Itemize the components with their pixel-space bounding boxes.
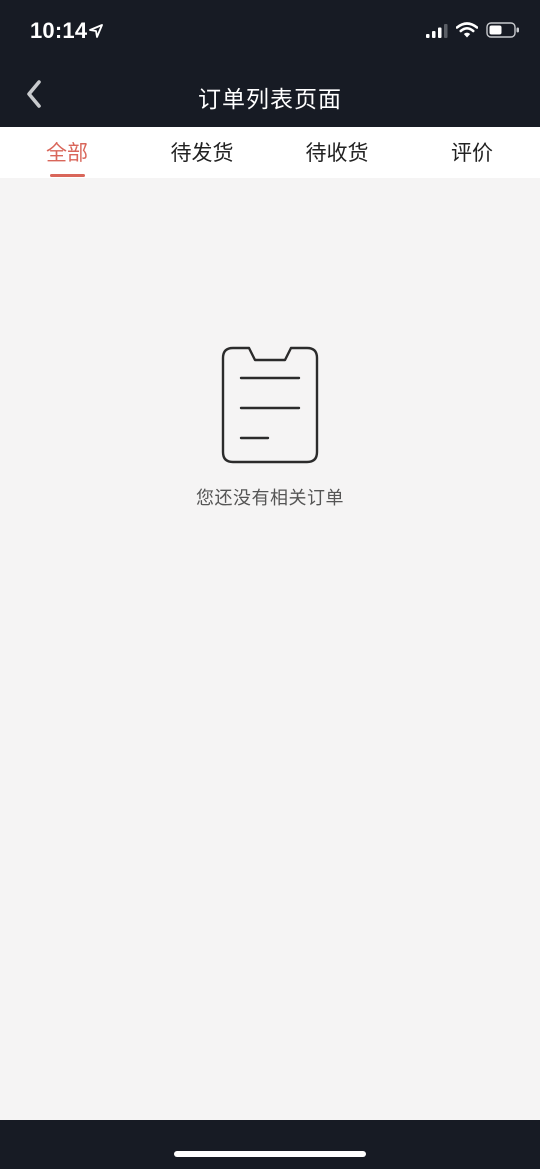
tab-pending-receipt[interactable]: 待收货	[277, 127, 397, 178]
navigation-bar: 订单列表页面	[0, 66, 540, 127]
signal-icon	[426, 23, 448, 42]
home-indicator-area	[0, 1120, 540, 1169]
battery-icon	[486, 22, 520, 42]
wifi-icon	[455, 22, 479, 42]
order-tabs: 全部 待发货 待收货 评价	[0, 127, 540, 178]
status-icons	[426, 22, 520, 42]
status-bar: 10:14	[0, 0, 540, 66]
location-arrow-icon	[89, 23, 103, 42]
active-tab-indicator	[50, 174, 85, 177]
empty-state-message: 您还没有相关订单	[196, 488, 344, 509]
tab-pending-shipment[interactable]: 待发货	[142, 127, 262, 178]
clipboard-icon	[221, 346, 319, 466]
tab-all[interactable]: 全部	[7, 127, 127, 178]
order-list-screen: 10:14 订单列表页面 全部 待发货 待收货 评价 您还没有相关订单	[0, 0, 540, 1169]
home-indicator[interactable]	[174, 1151, 366, 1157]
status-time: 10:14	[30, 18, 88, 43]
tab-review[interactable]: 评价	[412, 127, 532, 178]
page-title: 订单列表页面	[198, 87, 342, 113]
